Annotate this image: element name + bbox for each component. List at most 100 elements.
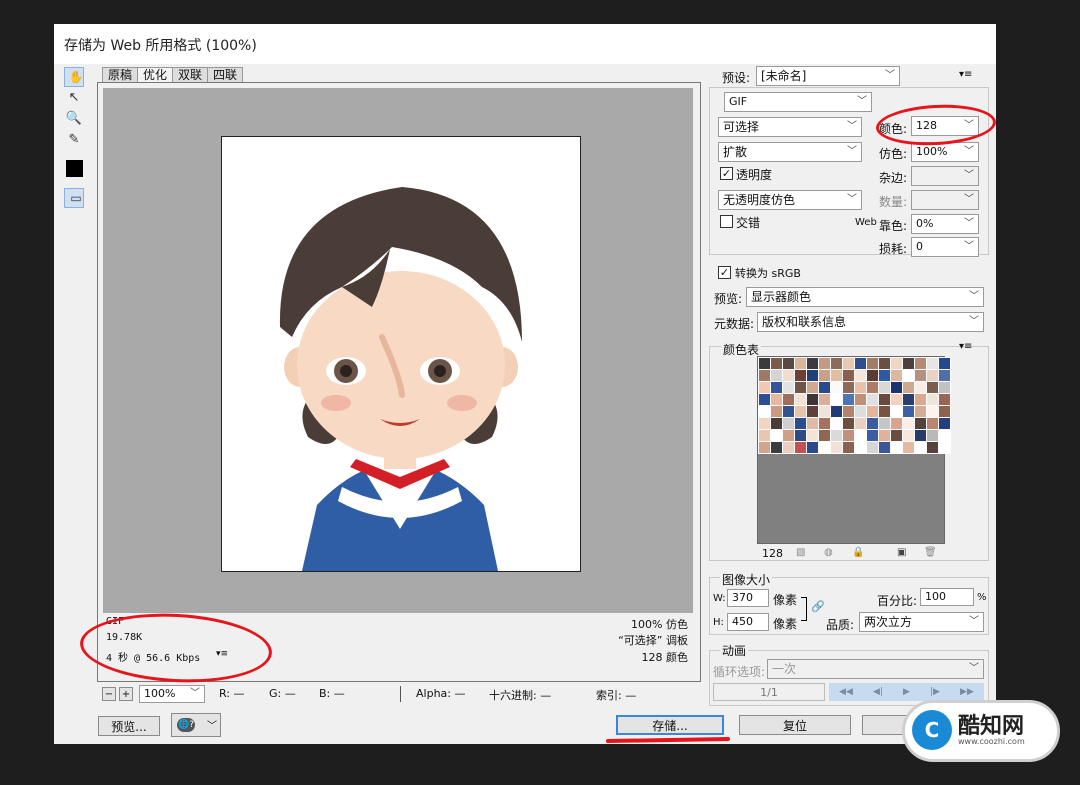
color-swatch[interactable] [807,418,818,429]
preset-select[interactable]: [未命名] ﹀ [756,66,900,86]
first-frame-icon[interactable]: ◀◀ [839,687,853,697]
color-reduction-select[interactable]: 可选择 ﹀ [718,117,862,137]
zoom-out-button[interactable]: − [102,687,116,701]
color-swatch[interactable] [807,430,818,441]
color-swatch[interactable] [879,394,890,405]
color-swatch[interactable] [867,430,878,441]
color-swatch[interactable] [915,358,926,369]
color-swatch[interactable] [771,406,782,417]
color-swatch[interactable] [771,382,782,393]
color-swatch[interactable] [903,370,914,381]
color-swatch[interactable] [879,430,890,441]
color-swatch[interactable] [783,382,794,393]
color-swatch[interactable] [783,370,794,381]
color-swatch[interactable] [795,406,806,417]
convert-srgb-checkbox[interactable]: ✓ [718,266,731,279]
interlace-checkbox[interactable] [720,215,733,228]
color-swatch[interactable] [759,418,770,429]
color-swatch[interactable] [915,394,926,405]
color-swatch[interactable] [903,430,914,441]
color-swatch[interactable] [903,442,914,453]
color-swatch[interactable] [915,406,926,417]
eyedropper-tool-icon[interactable]: ✎ [64,130,84,148]
color-swatch[interactable] [855,394,866,405]
color-swatch[interactable] [903,358,914,369]
link-icon[interactable]: 🔗 [811,600,825,613]
loop-select[interactable]: 一次 ﹀ [767,659,984,679]
delete-color-icon[interactable]: 🗑 [924,547,937,558]
color-swatch[interactable] [783,394,794,405]
color-swatch[interactable] [915,442,926,453]
color-swatch[interactable] [783,358,794,369]
color-swatch[interactable] [819,406,830,417]
color-swatch[interactable] [891,442,902,453]
new-color-icon[interactable]: ▣ [897,547,906,558]
color-swatch[interactable] [831,358,842,369]
color-swatch[interactable] [891,430,902,441]
preview-canvas[interactable] [103,88,693,613]
color-swatch[interactable] [807,442,818,453]
color-swatch[interactable] [867,358,878,369]
color-swatch[interactable] [879,442,890,453]
color-swatch[interactable] [879,382,890,393]
transparency-dither-select[interactable]: 无透明度仿色 ﹀ [718,190,862,210]
color-swatch[interactable] [927,382,938,393]
dither-algorithm-select[interactable]: 扩散 ﹀ [718,142,862,162]
color-swatch[interactable] [783,406,794,417]
color-swatch[interactable] [939,418,950,429]
color-table-menu-icon[interactable]: ▾≡ [959,341,972,352]
color-swatch[interactable] [795,430,806,441]
zoom-level-select[interactable]: 100% ﹀ [139,685,205,703]
color-swatch[interactable] [831,442,842,453]
color-swatch[interactable] [831,394,842,405]
metadata-select[interactable]: 版权和联系信息 ﹀ [757,312,984,332]
color-swatch[interactable] [867,382,878,393]
color-swatch[interactable] [939,442,950,453]
color-swatch[interactable] [819,358,830,369]
color-swatch-grid[interactable] [758,357,951,454]
color-swatch[interactable] [795,382,806,393]
color-swatch[interactable] [819,370,830,381]
color-swatch[interactable] [891,358,902,369]
color-swatch[interactable] [819,418,830,429]
color-swatch[interactable] [795,370,806,381]
color-swatch[interactable] [819,394,830,405]
lossy-select[interactable]: 0 ﹀ [911,237,979,257]
zoom-tool-icon[interactable]: 🔍 [64,109,84,127]
color-swatch[interactable] [879,358,890,369]
color-swatch[interactable] [759,406,770,417]
color-swatch[interactable] [867,394,878,405]
percent-input[interactable]: 100 [920,588,974,606]
color-swatch[interactable] [855,430,866,441]
color-swatch[interactable] [927,442,938,453]
color-swatch[interactable] [843,418,854,429]
color-swatch[interactable] [855,442,866,453]
color-swatch[interactable] [939,382,950,393]
color-swatch[interactable] [759,430,770,441]
optimize-menu-icon[interactable]: ▾≡ [959,69,972,80]
color-swatch[interactable] [891,406,902,417]
color-swatch[interactable] [939,358,950,369]
color-swatch[interactable] [807,394,818,405]
color-swatch[interactable] [939,406,950,417]
color-swatch[interactable] [831,370,842,381]
color-swatch[interactable] [843,358,854,369]
color-swatch[interactable] [807,370,818,381]
color-swatch[interactable] [867,370,878,381]
color-swatch[interactable] [927,394,938,405]
color-swatch[interactable] [783,418,794,429]
save-button[interactable]: 存储... [616,715,724,735]
color-swatch[interactable] [891,370,902,381]
color-swatch[interactable] [867,418,878,429]
color-swatch[interactable] [867,442,878,453]
color-swatch[interactable] [759,442,770,453]
hand-tool-icon[interactable]: ✋ [64,67,84,87]
color-swatch[interactable] [915,382,926,393]
color-swatch[interactable] [807,406,818,417]
color-swatch[interactable] [903,394,914,405]
zoom-in-button[interactable]: + [119,687,133,701]
web-snap-select[interactable]: 0% ﹀ [911,214,979,234]
color-swatch[interactable] [939,430,950,441]
lock-color-icon[interactable]: 🔒 [852,547,864,558]
color-swatch[interactable] [831,418,842,429]
